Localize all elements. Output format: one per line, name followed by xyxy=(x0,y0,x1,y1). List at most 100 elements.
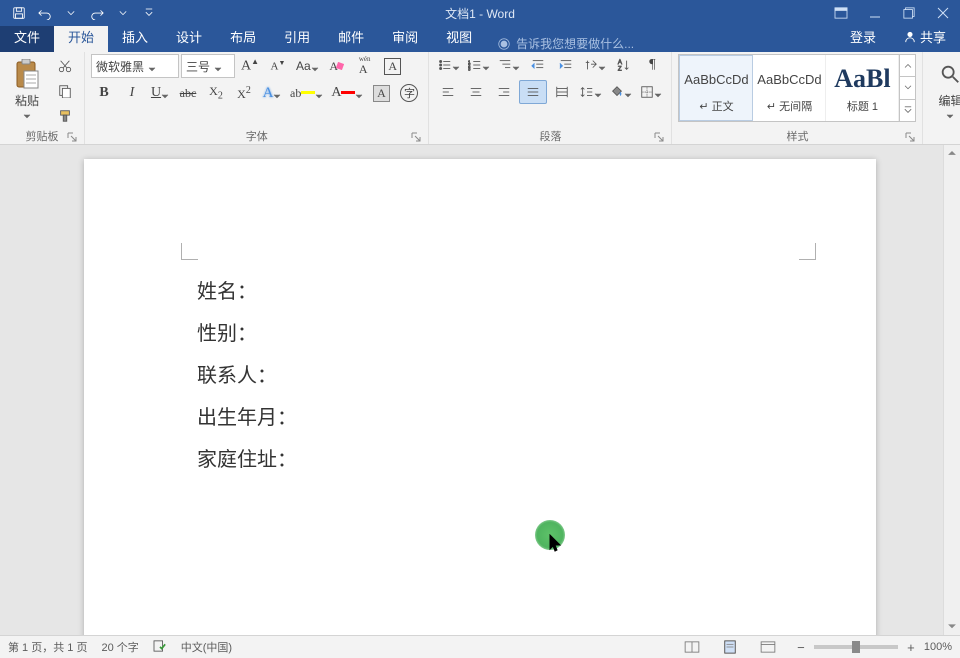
zoom-in-button[interactable]: + xyxy=(904,640,918,654)
cut-button[interactable] xyxy=(52,55,78,77)
font-color-button[interactable]: A xyxy=(328,82,366,104)
align-right-button[interactable] xyxy=(491,81,517,103)
superscript-button[interactable]: X2 xyxy=(231,82,257,104)
spellcheck-icon[interactable] xyxy=(153,640,167,655)
borders-button[interactable] xyxy=(637,81,665,103)
chevron-down-icon xyxy=(23,109,31,117)
close-icon[interactable] xyxy=(926,0,960,26)
show-marks-button[interactable]: ¶ xyxy=(639,54,665,76)
doc-line[interactable]: 联系人： xyxy=(197,355,297,397)
doc-line[interactable]: 性别： xyxy=(197,313,297,355)
underline-button[interactable]: U xyxy=(147,82,173,104)
restore-icon[interactable] xyxy=(892,0,926,26)
dialog-launcher-icon[interactable] xyxy=(66,131,78,143)
strikethrough-button[interactable]: abc xyxy=(175,82,201,104)
doc-line[interactable]: 姓名： xyxy=(197,271,297,313)
qat-dropdown-icon[interactable] xyxy=(58,0,84,26)
zoom-slider[interactable] xyxy=(814,645,898,649)
increase-indent-button[interactable] xyxy=(553,54,579,76)
ribbon-display-options-icon[interactable] xyxy=(824,0,858,26)
distributed-button[interactable] xyxy=(549,81,575,103)
dialog-launcher-icon[interactable] xyxy=(410,131,422,143)
tell-me-placeholder: 告诉我您想要做什么... xyxy=(516,35,634,52)
page-count[interactable]: 第 1 页，共 1 页 xyxy=(8,639,87,655)
zoom-control: − + 100% xyxy=(794,640,952,654)
subscript-button[interactable]: X2 xyxy=(203,82,229,104)
scroll-down-icon[interactable] xyxy=(944,619,960,635)
read-mode-icon[interactable] xyxy=(680,638,704,656)
page[interactable]: 姓名： 性别： 联系人： 出生年月： 家庭住址： xyxy=(84,159,876,635)
style-normal[interactable]: AaBbCcDd ↵ 正文 xyxy=(679,55,753,121)
style-preview: AaBbCcDd xyxy=(757,62,821,96)
justify-button[interactable] xyxy=(519,80,547,104)
zoom-out-button[interactable]: − xyxy=(794,640,808,654)
undo-icon[interactable] xyxy=(32,0,58,26)
highlight-button[interactable]: ab xyxy=(287,82,326,104)
italic-button[interactable]: I xyxy=(119,82,145,104)
word-count[interactable]: 20 个字 xyxy=(101,639,138,655)
font-size-combo[interactable]: 三号 xyxy=(181,54,235,78)
zoom-percent[interactable]: 100% xyxy=(924,641,952,653)
margin-marker xyxy=(181,243,198,260)
doc-line[interactable]: 出生年月： xyxy=(197,397,297,439)
redo-icon[interactable] xyxy=(84,0,110,26)
styles-scroll-up-icon[interactable] xyxy=(900,55,915,77)
clear-formatting-button[interactable]: A xyxy=(324,55,350,77)
styles-scroll-down-icon[interactable] xyxy=(900,77,915,99)
print-layout-icon[interactable] xyxy=(718,638,742,656)
ribbon: 粘贴 剪贴板 微软雅黑 xyxy=(0,52,960,145)
clipboard-icon xyxy=(11,58,43,90)
style-preview: AaBbCcDd xyxy=(684,62,748,96)
text-effects-button[interactable]: A xyxy=(259,82,285,104)
qat-dropdown-icon[interactable] xyxy=(110,0,136,26)
paste-button[interactable]: 粘贴 xyxy=(6,54,48,120)
document-content[interactable]: 姓名： 性别： 联系人： 出生年月： 家庭住址： xyxy=(197,271,297,481)
line-spacing-button[interactable] xyxy=(577,81,605,103)
svg-text:Z: Z xyxy=(618,65,622,72)
qat-customize-icon[interactable] xyxy=(136,0,162,26)
shrink-font-button[interactable]: A▼ xyxy=(265,55,291,77)
dialog-launcher-icon[interactable] xyxy=(653,131,665,143)
style-no-spacing[interactable]: AaBbCcDd ↵ 无间隔 xyxy=(753,55,826,121)
scroll-thumb[interactable] xyxy=(944,161,960,619)
asian-layout-button[interactable] xyxy=(581,54,609,76)
save-icon[interactable] xyxy=(6,0,32,26)
scroll-up-icon[interactable] xyxy=(944,145,960,161)
character-shading-button[interactable]: A xyxy=(368,82,394,104)
character-border-button[interactable]: A xyxy=(380,55,406,77)
shading-button[interactable] xyxy=(607,81,635,103)
font-name-combo[interactable]: 微软雅黑 xyxy=(91,54,179,78)
align-left-button[interactable] xyxy=(435,81,461,103)
style-heading-1[interactable]: AaBl 标题 1 xyxy=(826,55,899,121)
styles-scroll xyxy=(899,55,915,121)
language-status[interactable]: 中文(中国) xyxy=(181,639,232,655)
sort-button[interactable]: AZ xyxy=(611,54,637,76)
dialog-launcher-icon[interactable] xyxy=(904,131,916,143)
minimize-icon[interactable] xyxy=(858,0,892,26)
copy-button[interactable] xyxy=(52,80,78,102)
window-controls xyxy=(824,0,960,26)
phonetic-guide-button[interactable]: wénA xyxy=(352,55,378,77)
decrease-indent-button[interactable] xyxy=(525,54,551,76)
grow-font-button[interactable]: A▲ xyxy=(237,55,263,77)
multilevel-list-button[interactable] xyxy=(495,54,523,76)
cursor-indicator xyxy=(535,520,565,550)
change-case-button[interactable]: Aa xyxy=(293,55,322,77)
find-button[interactable]: 编辑 xyxy=(929,54,960,120)
font-name-value: 微软雅黑 xyxy=(96,58,144,75)
web-layout-icon[interactable] xyxy=(756,638,780,656)
zoom-knob[interactable] xyxy=(852,641,860,653)
bullets-button[interactable] xyxy=(435,54,463,76)
styles-expand-icon[interactable] xyxy=(900,100,915,121)
align-center-button[interactable] xyxy=(463,81,489,103)
bold-button[interactable]: B xyxy=(91,82,117,104)
numbering-button[interactable]: 123 xyxy=(465,54,493,76)
tell-me-search[interactable]: 告诉我您想要做什么... xyxy=(486,35,836,52)
enclose-characters-button[interactable]: 字 xyxy=(396,82,422,104)
share-label: 共享 xyxy=(920,27,946,46)
doc-line[interactable]: 家庭住址： xyxy=(197,439,297,481)
vertical-scrollbar[interactable] xyxy=(943,145,960,635)
chevron-down-icon xyxy=(214,62,222,70)
style-name: 标题 1 xyxy=(847,98,878,114)
format-painter-button[interactable] xyxy=(52,105,78,127)
